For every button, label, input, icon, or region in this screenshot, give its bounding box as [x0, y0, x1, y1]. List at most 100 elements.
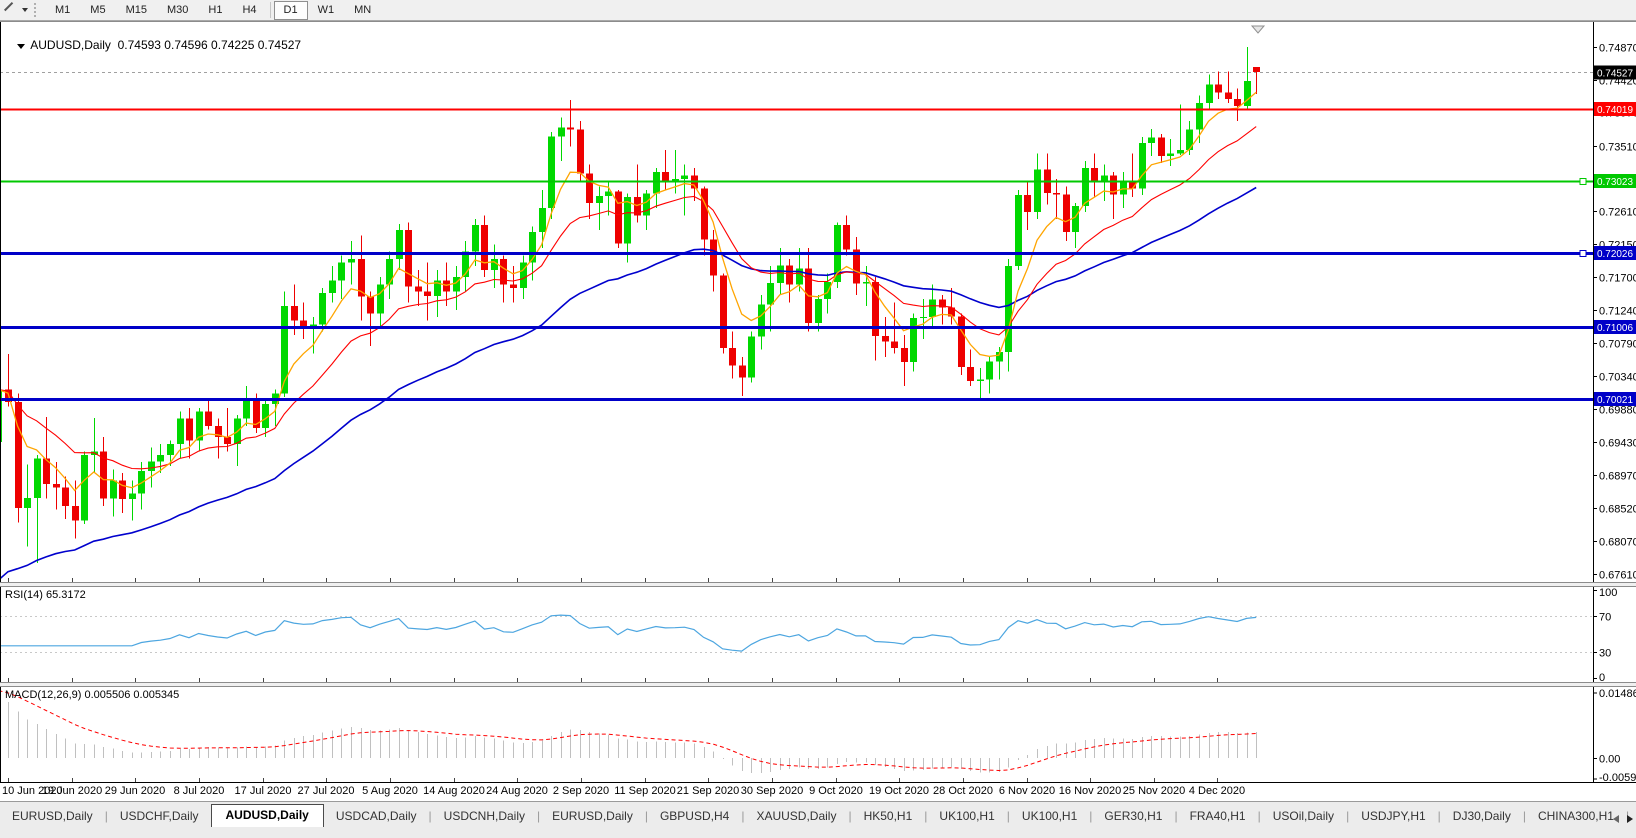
- candle-body: [967, 367, 974, 381]
- price-axis-label: 0.71240: [1599, 306, 1636, 318]
- timeframe-button-d1[interactable]: D1: [274, 1, 308, 20]
- candle-body: [405, 230, 412, 287]
- chart-tab-usoil-daily[interactable]: USOil,Daily: [1261, 806, 1346, 827]
- price-axis-label: 0.68970: [1599, 471, 1636, 483]
- date-axis-label: 19 Oct 2020: [869, 785, 929, 797]
- timeframe-button-m1[interactable]: M1: [45, 1, 80, 20]
- candle-body: [177, 419, 184, 444]
- candle-body: [1167, 154, 1174, 156]
- candle-body: [558, 128, 565, 137]
- date-axis-label: 9 Oct 2020: [809, 785, 863, 797]
- price-axis-label: 0.68070: [1599, 537, 1636, 549]
- top-toolbar: M1M5M15M30H1H4 D1W1MN: [0, 0, 1636, 21]
- candle-body: [986, 361, 993, 379]
- price-axis-label: 0.68520: [1599, 504, 1636, 516]
- dropdown-caret-icon[interactable]: [22, 8, 28, 12]
- candle-body: [1225, 93, 1232, 100]
- timeframe-button-m30[interactable]: M30: [157, 1, 198, 20]
- chart-tab-eurusd-daily[interactable]: EURUSD,Daily: [540, 806, 645, 827]
- candle-body: [1253, 67, 1260, 72]
- timeframe-button-m5[interactable]: M5: [80, 1, 115, 20]
- chart-tab-uk100-h1[interactable]: UK100,H1: [927, 806, 1006, 827]
- line-drag-handle[interactable]: [1580, 179, 1586, 185]
- chart-tab-usdcad-daily[interactable]: USDCAD,Daily: [324, 806, 429, 827]
- candle-body: [377, 284, 384, 313]
- chart-tab-usdchf-daily[interactable]: USDCHF,Daily: [108, 806, 211, 827]
- price-line-badge-label: 0.70021: [1597, 394, 1633, 406]
- toolbar-separator: [270, 2, 271, 18]
- date-axis-label: 27 Jul 2020: [298, 785, 355, 797]
- chart-tab-dj30-daily[interactable]: DJ30,Daily: [1441, 806, 1523, 827]
- candle-body: [348, 259, 355, 263]
- candle-body: [882, 336, 889, 342]
- chart-tab-china300-h1[interactable]: CHINA300,H1: [1526, 806, 1626, 827]
- chart-tab-fra40-h1[interactable]: FRA40,H1: [1178, 806, 1258, 827]
- chart-tab-uk100-h1[interactable]: UK100,H1: [1010, 806, 1089, 827]
- date-axis-label: 29 Jun 2020: [105, 785, 166, 797]
- candle-body: [34, 459, 41, 498]
- timeframe-button-mn[interactable]: MN: [344, 1, 381, 20]
- chart-tab-eurusd-daily[interactable]: EURUSD,Daily: [0, 806, 105, 827]
- chart-tab-usdjpy-h1[interactable]: USDJPY,H1: [1349, 806, 1437, 827]
- candle-body: [15, 402, 22, 508]
- date-axis-label: 17 Jul 2020: [235, 785, 292, 797]
- candle-body: [1015, 195, 1022, 266]
- candle-body: [720, 276, 727, 349]
- candle-body: [386, 259, 393, 284]
- price-chart-panel[interactable]: 0.748700.744200.739700.735100.730600.726…: [0, 22, 1636, 582]
- price-line-badge-label: 0.71006: [1597, 322, 1633, 334]
- timeframe-button-m15[interactable]: M15: [116, 1, 157, 20]
- line-drag-handle[interactable]: [1580, 251, 1586, 257]
- candle-body: [729, 348, 736, 365]
- date-axis-label: 30 Sep 2020: [741, 785, 803, 797]
- candle-body: [1158, 138, 1165, 156]
- chart-shift-marker-icon[interactable]: [1252, 26, 1264, 33]
- chart-tab-hk50-h1[interactable]: HK50,H1: [852, 806, 925, 827]
- candle-body: [539, 208, 546, 232]
- candle-body: [1072, 206, 1079, 232]
- date-axis-label: 14 Aug 2020: [423, 785, 485, 797]
- price-line-badge-label: 0.74019: [1597, 104, 1633, 116]
- tab-scroll-right-icon[interactable]: [1627, 815, 1633, 823]
- chart-tab-gbpusd-h4[interactable]: GBPUSD,H4: [648, 806, 741, 827]
- chart-tab-ger30-h1[interactable]: GER30,H1: [1092, 806, 1174, 827]
- candle-body: [815, 299, 822, 323]
- candle-body: [748, 337, 755, 378]
- rsi-panel[interactable]: 10070300: [0, 587, 1636, 682]
- chart-tab-xauusd-daily[interactable]: XAUUSD,Daily: [744, 806, 848, 827]
- candle-body: [443, 281, 450, 292]
- price-axis-label: 0.69880: [1599, 405, 1636, 417]
- candle-body: [1148, 138, 1155, 143]
- candle-body: [367, 297, 374, 314]
- time-axis[interactable]: 10 Jun 202019 Jun 202029 Jun 20208 Jul 2…: [0, 782, 1636, 801]
- candle-body: [291, 306, 298, 321]
- candle-body: [596, 196, 603, 203]
- tab-scroll-controls: [1613, 815, 1633, 823]
- rsi-axis-label: 30: [1599, 648, 1611, 660]
- macd-panel[interactable]: 0.0148610.00-0.005938: [0, 687, 1636, 782]
- chart-tab-usdcnh-daily[interactable]: USDCNH,Daily: [432, 806, 537, 827]
- date-axis-label: 2 Sep 2020: [553, 785, 609, 797]
- candle-body: [1234, 99, 1241, 106]
- candle-body: [186, 419, 193, 441]
- candle-body: [920, 317, 927, 318]
- candle-body: [472, 225, 479, 252]
- chart-tab-audusd-daily[interactable]: AUDUSD,Daily: [211, 804, 324, 827]
- candle-body: [1120, 181, 1127, 194]
- timeframe-button-h4[interactable]: H4: [232, 1, 266, 20]
- candle-body: [1186, 130, 1193, 150]
- timeframe-button-w1[interactable]: W1: [308, 1, 345, 20]
- date-axis-label: 6 Nov 2020: [999, 785, 1055, 797]
- collapse-chart-icon[interactable]: [17, 44, 25, 49]
- candle-body: [653, 172, 660, 194]
- candle-body: [167, 444, 174, 455]
- candle-body: [415, 287, 422, 292]
- toolbar-grip-handle[interactable]: [34, 3, 39, 17]
- candle-body: [329, 281, 336, 293]
- macd-signal-line: [0, 691, 1256, 771]
- rsi-axis-label: 0: [1599, 672, 1605, 682]
- tab-scroll-left-icon[interactable]: [1613, 815, 1619, 823]
- timeframe-button-h1[interactable]: H1: [198, 1, 232, 20]
- chart-cursor-icon[interactable]: [3, 2, 21, 18]
- candle-body: [624, 197, 631, 243]
